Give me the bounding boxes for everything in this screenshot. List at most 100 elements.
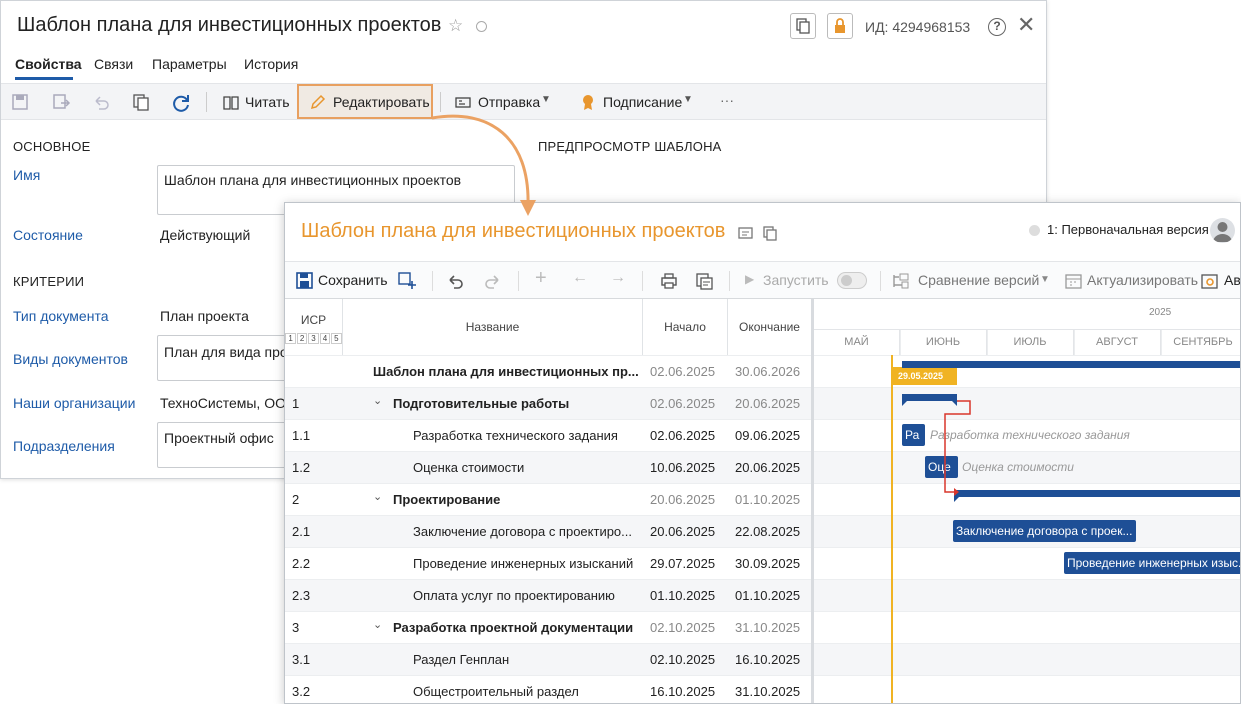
chevron-down-icon[interactable]: ▼: [541, 94, 551, 105]
lock-button[interactable]: [827, 13, 853, 39]
name-column-header[interactable]: Название: [343, 299, 643, 355]
end-cell: 30.09.2025: [735, 556, 801, 571]
play-icon: ▶: [745, 272, 755, 286]
tab-history[interactable]: История: [244, 56, 298, 72]
level-button[interactable]: 4: [319, 332, 331, 344]
chevron-down-icon[interactable]: ▼: [1040, 274, 1050, 285]
table-row[interactable]: 2.2 Проведение инженерных изысканий 29.07.…: [285, 547, 811, 579]
help-icon[interactable]: ?: [988, 18, 1006, 36]
update-button[interactable]: Актуализировать: [1087, 272, 1198, 288]
wbs-cell: 2.2: [292, 556, 311, 571]
table-row[interactable]: 2 ⌄ Проектирование 20.06.2025 01.10.2025: [285, 483, 811, 515]
read-button[interactable]: Читать: [245, 94, 290, 110]
table-row[interactable]: 3.1 Раздел Генплан 02.10.2025 16.10.2025: [285, 643, 811, 675]
end-cell: 01.10.2025: [735, 492, 801, 507]
end-column-header[interactable]: Окончание: [728, 299, 811, 355]
table-row[interactable]: 1 ⌄ Подготовительные работы 02.06.2025 20.06…: [285, 387, 811, 419]
table-row[interactable]: 2.1 Заключение договора с проектиро... 20.…: [285, 515, 811, 547]
wbs-cell: 3.1: [292, 652, 311, 667]
auto-button[interactable]: Авт: [1224, 272, 1240, 288]
add-subtask-icon[interactable]: [397, 271, 417, 291]
start-cell: 20.06.2025: [650, 492, 716, 507]
summary-bar[interactable]: [902, 361, 1240, 368]
copy-icon[interactable]: [761, 224, 779, 242]
dependency-arrow: [944, 400, 971, 496]
table-row[interactable]: Шаблон плана для инвестиционных пр... 02.…: [285, 355, 811, 387]
group-bar-2[interactable]: [954, 490, 1240, 497]
table-row[interactable]: 3 ⌄ Разработка проектной документации 02.10…: [285, 611, 811, 643]
refresh-icon[interactable]: [171, 92, 191, 112]
avatar[interactable]: [1210, 218, 1235, 243]
month-label: ИЮЛЬ: [987, 330, 1074, 355]
tab-parameters[interactable]: Параметры: [152, 56, 227, 72]
redo-icon[interactable]: [483, 271, 503, 291]
arrow-right-icon[interactable]: →: [610, 269, 626, 287]
gantt-timeline: 2025 МАЙ ИЮНЬ ИЮЛЬ АВГУСТ СЕНТЯБРЬ 29.05…: [811, 299, 1240, 703]
save-icon: [296, 272, 313, 289]
info-icon[interactable]: [737, 224, 755, 242]
wbs-cell: 1: [292, 396, 300, 411]
task-label-1-2: Оценка стоимости: [962, 460, 1074, 474]
task-name-cell: Оценка стоимости: [413, 460, 525, 475]
favorite-star-icon[interactable]: ☆: [448, 16, 463, 36]
timeline-row: [814, 675, 1240, 703]
end-cell: 09.06.2025: [735, 428, 801, 443]
task-name-cell: Разработка технического задания: [413, 428, 618, 443]
kinds-value: План для вида про: [164, 344, 284, 360]
chevron-down-icon[interactable]: ⌄: [373, 394, 382, 407]
timeline-row: [814, 579, 1240, 611]
level-button[interactable]: 2: [296, 332, 308, 344]
dept-value: Проектный офис: [164, 430, 274, 446]
export-icon[interactable]: [695, 271, 715, 291]
highlight-connector-arrow: [431, 114, 536, 216]
chevron-down-icon[interactable]: ⌄: [373, 618, 382, 631]
close-icon[interactable]: ✕: [1017, 14, 1035, 36]
arrow-left-icon[interactable]: ←: [572, 269, 588, 287]
undo-icon[interactable]: [91, 92, 111, 112]
compare-versions-button[interactable]: Сравнение версий: [918, 272, 1039, 288]
copy-document-icon[interactable]: [131, 92, 151, 112]
edit-button[interactable]: Редактировать: [333, 94, 430, 110]
table-row[interactable]: 2.3 Оплата услуг по проектированию 01.10.2…: [285, 579, 811, 611]
table-row[interactable]: 3.2 Общестроительный раздел 16.10.2025 31.1…: [285, 675, 811, 703]
wbs-level-buttons: 1 2 3 4 5: [285, 332, 342, 344]
tab-properties[interactable]: Свойства: [15, 56, 82, 72]
table-row[interactable]: 1.1 Разработка технического задания 02.06.…: [285, 419, 811, 451]
save-close-icon[interactable]: [51, 92, 71, 112]
copy-link-button[interactable]: [790, 13, 816, 39]
timeline-row: [814, 483, 1240, 515]
task-bar-2-2[interactable]: Проведение инженерных изыс...: [1064, 552, 1240, 574]
version-status-icon: [1029, 225, 1040, 236]
plan-title: Шаблон плана для инвестиционных проектов: [301, 220, 726, 242]
end-cell: 20.06.2025: [735, 460, 801, 475]
start-column-header[interactable]: Начало: [643, 299, 728, 355]
version-selector[interactable]: 1: Первоначальная версия: [1047, 222, 1209, 237]
level-button[interactable]: 1: [285, 332, 296, 344]
lock-icon: [835, 18, 845, 33]
level-button[interactable]: 5: [331, 332, 342, 344]
book-icon: [223, 96, 239, 110]
task-bar-2-1[interactable]: Заключение договора с проек...: [953, 520, 1136, 542]
timeline-row: [814, 387, 1240, 419]
orgs-value: ТехноСистемы, ООО: [160, 395, 284, 411]
print-icon[interactable]: [659, 271, 679, 291]
tab-links[interactable]: Связи: [94, 56, 133, 72]
timeline-row: [814, 611, 1240, 643]
task-bar-1-1[interactable]: Ра: [902, 424, 925, 446]
save-icon[interactable]: [10, 92, 30, 112]
doctype-value: План проекта: [160, 308, 249, 324]
level-button[interactable]: 3: [308, 332, 319, 344]
save-button[interactable]: Сохранить: [318, 272, 388, 288]
end-cell: 16.10.2025: [735, 652, 801, 667]
run-toggle[interactable]: [837, 272, 867, 289]
chevron-down-icon[interactable]: ⌄: [373, 490, 382, 503]
run-button[interactable]: Запустить: [763, 272, 829, 288]
add-icon[interactable]: +: [535, 267, 547, 290]
more-button[interactable]: ···: [720, 92, 734, 108]
name-value: Шаблон плана для инвестиционных проектов: [164, 172, 462, 188]
plan-toolbar: Сохранить + ← → ▶ Запустить Сравнение ве…: [285, 261, 1240, 299]
table-row[interactable]: 1.2 Оценка стоимости 10.06.2025 20.06.2025: [285, 451, 811, 483]
chevron-down-icon[interactable]: ▼: [683, 94, 693, 105]
undo-icon[interactable]: [445, 271, 465, 291]
sign-menu[interactable]: Подписание: [603, 94, 682, 110]
